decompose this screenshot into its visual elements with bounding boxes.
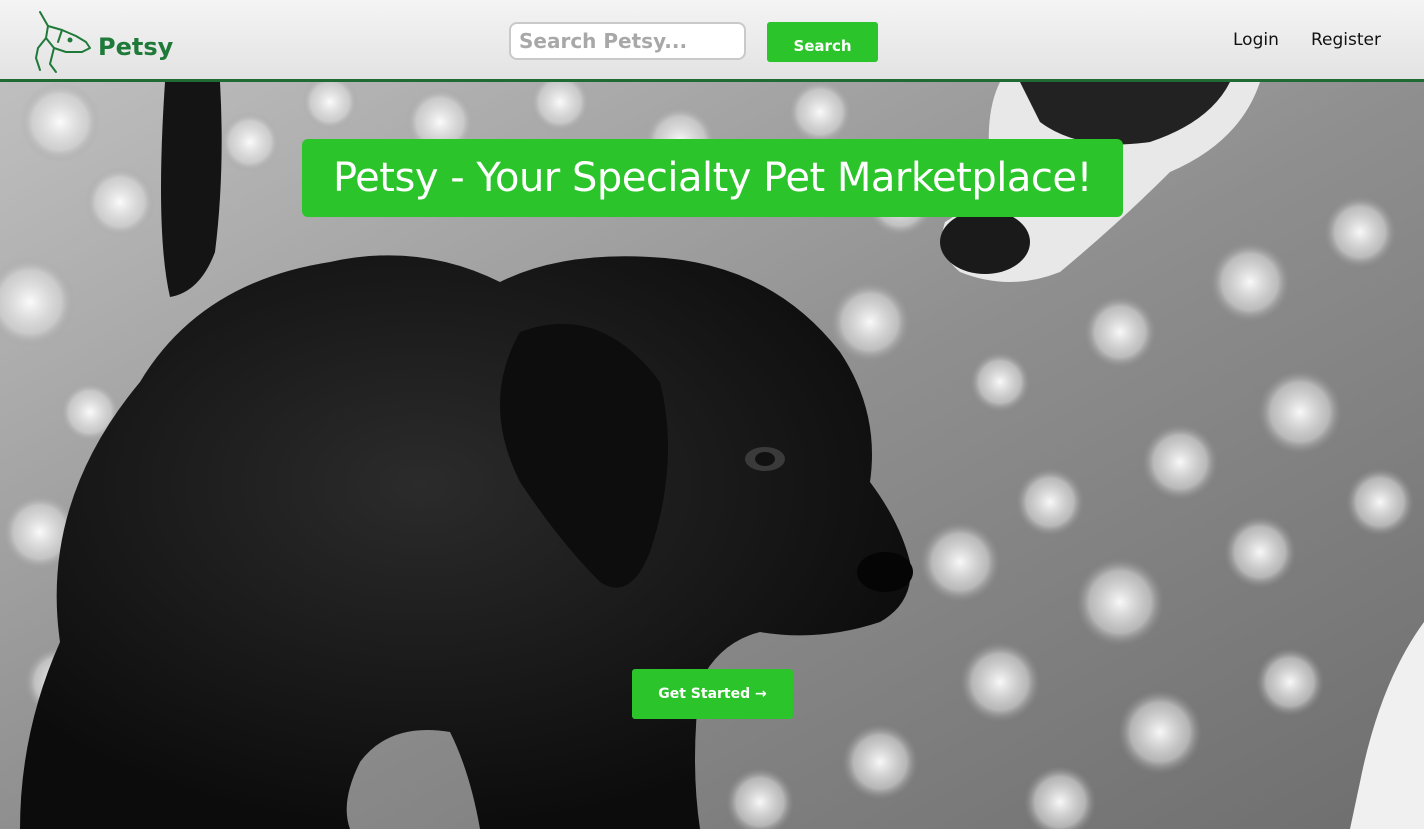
brand-logo[interactable]: Petsy — [32, 8, 173, 74]
search-input[interactable] — [509, 22, 746, 60]
register-link[interactable]: Register — [1311, 30, 1381, 50]
hero-section: Petsy - Your Specialty Pet Marketplace! … — [0, 82, 1424, 829]
get-started-button[interactable]: Get Started → — [632, 669, 793, 719]
brand-name: Petsy — [98, 33, 174, 61]
login-link[interactable]: Login — [1233, 30, 1279, 50]
search-button[interactable]: Search — [767, 22, 878, 62]
hero-title: Petsy - Your Specialty Pet Marketplace! — [302, 139, 1123, 217]
navbar: Petsy Search Login Register — [0, 0, 1424, 82]
dog-head-icon — [35, 11, 91, 73]
